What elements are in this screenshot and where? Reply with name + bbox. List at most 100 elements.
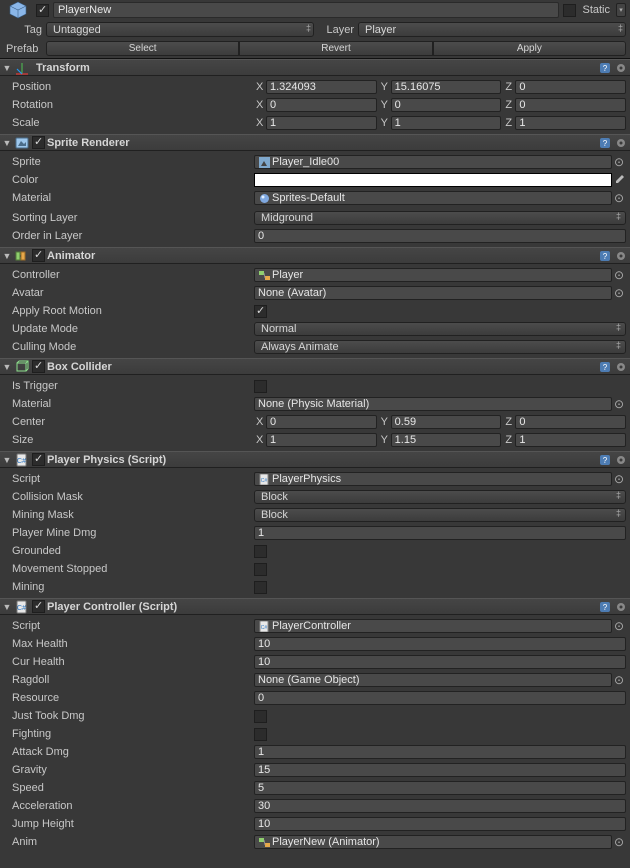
sprite-renderer-header[interactable]: Sprite Renderer ? <box>0 134 630 151</box>
ragdoll-field[interactable]: None (Game Object) <box>254 673 612 687</box>
gear-icon[interactable] <box>614 453 628 467</box>
prefab-apply-button[interactable]: Apply <box>433 41 626 56</box>
apply-root-motion-checkbox[interactable] <box>254 305 267 318</box>
collision-mask-label: Collision Mask <box>12 491 254 503</box>
box-collider-header[interactable]: Box Collider ? <box>0 358 630 375</box>
position-y-input[interactable]: 15.16075 <box>391 80 502 94</box>
pc-script-field[interactable]: C#PlayerController <box>254 619 612 633</box>
sprite-field[interactable]: Player_Idle00 <box>254 155 612 169</box>
position-z-input[interactable]: 0 <box>515 80 626 94</box>
center-z-input[interactable]: 0 <box>515 415 626 429</box>
culling-mode-dropdown[interactable]: Always Animate <box>254 340 626 354</box>
gear-icon[interactable] <box>614 136 628 150</box>
help-icon[interactable]: ? <box>598 360 612 374</box>
object-picker-icon[interactable] <box>612 286 626 300</box>
resource-label: Resource <box>12 692 254 704</box>
rotation-y-input[interactable]: 0 <box>391 98 502 112</box>
movement-stopped-checkbox[interactable] <box>254 563 267 576</box>
mining-mask-dropdown[interactable]: Block <box>254 508 626 522</box>
update-mode-dropdown[interactable]: Normal <box>254 322 626 336</box>
gear-icon[interactable] <box>614 600 628 614</box>
sprite-renderer-enable-checkbox[interactable] <box>32 136 45 149</box>
foldout-icon[interactable] <box>2 138 12 148</box>
foldout-icon[interactable] <box>2 455 12 465</box>
fighting-checkbox[interactable] <box>254 728 267 741</box>
center-x-input[interactable]: 0 <box>266 415 377 429</box>
object-picker-icon[interactable] <box>612 191 626 205</box>
avatar-field[interactable]: None (Avatar) <box>254 286 612 300</box>
player-controller-header[interactable]: C# Player Controller (Script) ? <box>0 598 630 615</box>
player-physics-enable-checkbox[interactable] <box>32 453 45 466</box>
pp-script-field[interactable]: C#PlayerPhysics <box>254 472 612 486</box>
animator-header[interactable]: Animator ? <box>0 247 630 264</box>
scale-x-input[interactable]: 1 <box>266 116 377 130</box>
help-icon[interactable]: ? <box>598 249 612 263</box>
prefab-select-button[interactable]: Select <box>46 41 239 56</box>
help-icon[interactable]: ? <box>598 61 612 75</box>
svg-text:?: ? <box>603 603 608 612</box>
object-picker-icon[interactable] <box>612 155 626 169</box>
gear-icon[interactable] <box>614 249 628 263</box>
phys-material-field[interactable]: None (Physic Material) <box>254 397 612 411</box>
foldout-icon[interactable] <box>2 63 12 73</box>
acceleration-input[interactable]: 30 <box>254 799 626 813</box>
is-trigger-checkbox[interactable] <box>254 380 267 393</box>
active-checkbox[interactable] <box>36 4 49 17</box>
attack-dmg-input[interactable]: 1 <box>254 745 626 759</box>
player-mine-dmg-input[interactable]: 1 <box>254 526 626 540</box>
player-controller-enable-checkbox[interactable] <box>32 600 45 613</box>
grounded-checkbox[interactable] <box>254 545 267 558</box>
color-field[interactable] <box>254 173 612 187</box>
help-icon[interactable]: ? <box>598 600 612 614</box>
object-picker-icon[interactable] <box>612 673 626 687</box>
transform-header[interactable]: Transform ? <box>0 59 630 76</box>
scale-z-input[interactable]: 1 <box>515 116 626 130</box>
rotation-x-input[interactable]: 0 <box>266 98 377 112</box>
position-x-input[interactable]: 1.324093 <box>266 80 377 94</box>
cur-health-input[interactable]: 10 <box>254 655 626 669</box>
just-took-dmg-checkbox[interactable] <box>254 710 267 723</box>
tag-dropdown[interactable]: Untagged <box>46 22 314 37</box>
max-health-input[interactable]: 10 <box>254 637 626 651</box>
eyedropper-icon[interactable] <box>612 173 626 187</box>
help-icon[interactable]: ? <box>598 453 612 467</box>
resource-input[interactable]: 0 <box>254 691 626 705</box>
jump-height-input[interactable]: 10 <box>254 817 626 831</box>
foldout-icon[interactable] <box>2 602 12 612</box>
controller-field[interactable]: Player <box>254 268 612 282</box>
mining-checkbox[interactable] <box>254 581 267 594</box>
layer-dropdown[interactable]: Player <box>358 22 626 37</box>
size-x-input[interactable]: 1 <box>266 433 377 447</box>
animator-enable-checkbox[interactable] <box>32 249 45 262</box>
size-y-input[interactable]: 1.15 <box>391 433 502 447</box>
order-in-layer-input[interactable]: 0 <box>254 229 626 243</box>
transform-icon <box>14 61 30 75</box>
object-picker-icon[interactable] <box>612 397 626 411</box>
rotation-z-input[interactable]: 0 <box>515 98 626 112</box>
box-collider-enable-checkbox[interactable] <box>32 360 45 373</box>
speed-input[interactable]: 5 <box>254 781 626 795</box>
object-picker-icon[interactable] <box>612 268 626 282</box>
sorting-layer-dropdown[interactable]: Midground <box>254 211 626 225</box>
help-icon[interactable]: ? <box>598 136 612 150</box>
static-dropdown[interactable]: ▾ <box>616 3 626 17</box>
material-field[interactable]: Sprites-Default <box>254 191 612 205</box>
object-picker-icon[interactable] <box>612 835 626 849</box>
static-checkbox[interactable] <box>563 4 576 17</box>
gameobject-name-input[interactable]: PlayerNew <box>53 2 559 18</box>
collision-mask-dropdown[interactable]: Block <box>254 490 626 504</box>
anim-field[interactable]: PlayerNew (Animator) <box>254 835 612 849</box>
foldout-icon[interactable] <box>2 362 12 372</box>
object-picker-icon[interactable] <box>612 472 626 486</box>
prefab-revert-button[interactable]: Revert <box>239 41 432 56</box>
gear-icon[interactable] <box>614 61 628 75</box>
player-physics-title: Player Physics (Script) <box>47 454 596 466</box>
player-physics-header[interactable]: C# Player Physics (Script) ? <box>0 451 630 468</box>
gear-icon[interactable] <box>614 360 628 374</box>
size-z-input[interactable]: 1 <box>515 433 626 447</box>
object-picker-icon[interactable] <box>612 619 626 633</box>
gravity-input[interactable]: 15 <box>254 763 626 777</box>
foldout-icon[interactable] <box>2 251 12 261</box>
scale-y-input[interactable]: 1 <box>391 116 502 130</box>
center-y-input[interactable]: 0.59 <box>391 415 502 429</box>
